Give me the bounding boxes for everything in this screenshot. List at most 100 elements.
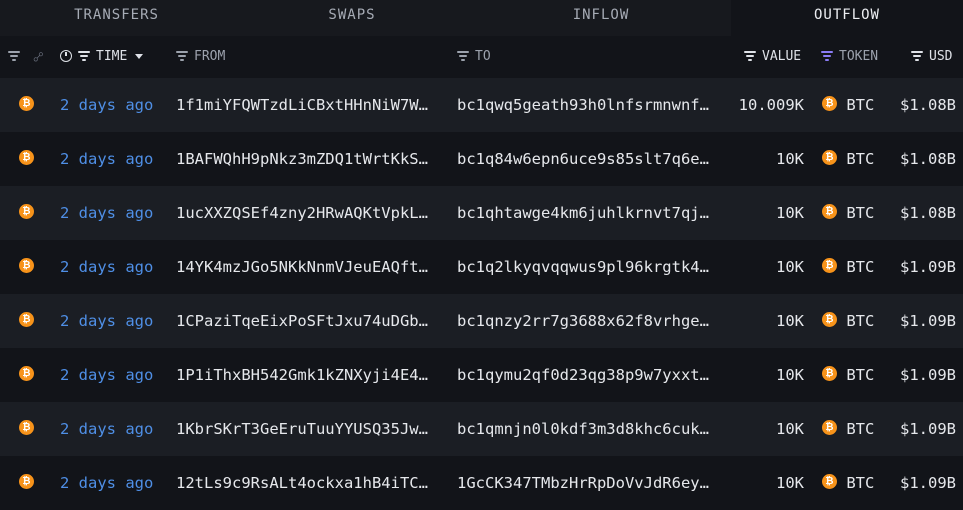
from-address[interactable]: 12tLs9c9RsALt4ockxa1hB4iTC… [176, 456, 428, 510]
filter-icon[interactable] [911, 51, 923, 61]
value: 10K [776, 204, 804, 222]
from-address[interactable]: 14YK4mzJGo5NKkNnmVJeuEAQft… [176, 240, 428, 294]
time-link[interactable]: 2 days ago [60, 294, 153, 348]
btc-icon: ₿ [822, 474, 837, 489]
filter-icon[interactable] [744, 51, 756, 61]
table-header: ⧟ TIME FROM TO VALUE TOKEN USD [0, 36, 963, 76]
filter-icon[interactable] [176, 51, 188, 61]
table-row[interactable]: ₿ 2 days ago 1ucXXZQSEf4zny2HRwAQKtVpkL…… [0, 186, 963, 240]
btc-icon: ₿ [19, 366, 34, 381]
token-symbol: BTC [846, 258, 875, 276]
token[interactable]: ₿ BTC [822, 456, 874, 510]
table-row[interactable]: ₿ 2 days ago 1CPaziTqeEixPoSFtJxu74uDGb…… [0, 294, 963, 348]
time-link[interactable]: 2 days ago [60, 132, 153, 186]
btc-icon: ₿ [19, 150, 34, 165]
token-symbol: BTC [846, 312, 875, 330]
token[interactable]: ₿ BTC [822, 240, 874, 294]
usd-value: $1.09B [900, 366, 956, 384]
tab-inflow[interactable]: INFLOW [471, 0, 731, 36]
to-address[interactable]: 1GcCK347TMbzHrRpDoVvJdR6ey… [457, 456, 709, 510]
filter-icon[interactable] [821, 51, 833, 61]
token[interactable]: ₿ BTC [822, 78, 874, 132]
token-symbol: BTC [846, 474, 875, 492]
token-symbol: BTC [846, 420, 875, 438]
value-column-header[interactable]: VALUE [744, 48, 801, 64]
from-column-header[interactable]: FROM [176, 48, 225, 64]
time-link[interactable]: 2 days ago [60, 240, 153, 294]
to-address[interactable]: bc1q2lkyqvqqwus9pl96krgtk4… [457, 240, 709, 294]
btc-icon: ₿ [822, 366, 837, 381]
to-address[interactable]: bc1qmnjn0l0kdf3m3d8khc6cuk… [457, 402, 709, 456]
to-address[interactable]: bc1q84w6epn6uce9s85slt7q6e… [457, 132, 709, 186]
token[interactable]: ₿ BTC [822, 402, 874, 456]
to-address[interactable]: bc1qwq5geath93h0lnfsrmnwnf… [457, 78, 709, 132]
token-symbol: BTC [846, 150, 875, 168]
btc-icon: ₿ [19, 96, 34, 111]
from-address[interactable]: 1P1iThxBH542Gmk1kZNXyji4E4… [176, 348, 428, 402]
filter-icon[interactable] [457, 51, 469, 61]
token-header-label: TOKEN [839, 48, 879, 64]
link-icon: ⧟ [28, 46, 47, 65]
tab-bar: TRANSFERS SWAPS INFLOW OUTFLOW [0, 0, 963, 36]
table-row[interactable]: ₿ 2 days ago 1KbrSKrT3GeEruTuuYYUSQ35Jw…… [0, 402, 963, 456]
btc-icon: ₿ [822, 96, 837, 111]
table-row[interactable]: ₿ 2 days ago 1P1iThxBH542Gmk1kZNXyji4E4…… [0, 348, 963, 402]
from-address[interactable]: 1f1miYFQWTzdLiCBxtHHnNiW7W… [176, 78, 428, 132]
token-symbol: BTC [846, 96, 875, 114]
tab-transfers[interactable]: TRANSFERS [0, 0, 233, 36]
time-column-header[interactable]: TIME [60, 48, 144, 64]
time-link[interactable]: 2 days ago [60, 186, 153, 240]
time-link[interactable]: 2 days ago [60, 402, 153, 456]
btc-icon: ₿ [19, 258, 34, 273]
table-row[interactable]: ₿ 2 days ago 12tLs9c9RsALt4ockxa1hB4iTC…… [0, 456, 963, 510]
table-row[interactable]: ₿ 2 days ago 1BAFWQhH9pNkz3mZDQ1tWrtKkS…… [0, 132, 963, 186]
value: 10.009K [738, 96, 804, 114]
usd-value: $1.08B [900, 96, 956, 114]
token[interactable]: ₿ BTC [822, 294, 874, 348]
token-symbol: BTC [846, 204, 875, 222]
clock-icon [60, 50, 72, 62]
value: 10K [776, 474, 804, 492]
filter-icon[interactable] [8, 51, 20, 61]
btc-icon: ₿ [19, 204, 34, 219]
to-header-label: TO [475, 48, 491, 64]
usd-value: $1.09B [900, 474, 956, 492]
token[interactable]: ₿ BTC [822, 348, 874, 402]
table-row[interactable]: ₿ 2 days ago 1f1miYFQWTzdLiCBxtHHnNiW7W…… [0, 78, 963, 132]
time-link[interactable]: 2 days ago [60, 348, 153, 402]
value: 10K [776, 312, 804, 330]
time-link[interactable]: 2 days ago [60, 456, 153, 510]
to-address[interactable]: bc1qnzy2rr7g3688x62f8vrhge… [457, 294, 709, 348]
token[interactable]: ₿ BTC [822, 132, 874, 186]
btc-icon: ₿ [822, 312, 837, 327]
from-address[interactable]: 1BAFWQhH9pNkz3mZDQ1tWrtKkS… [176, 132, 428, 186]
value: 10K [776, 366, 804, 384]
value: 10K [776, 150, 804, 168]
btc-icon: ₿ [822, 258, 837, 273]
time-header-label: TIME [96, 48, 128, 64]
from-address[interactable]: 1CPaziTqeEixPoSFtJxu74uDGb… [176, 294, 428, 348]
token[interactable]: ₿ BTC [822, 186, 874, 240]
caret-down-icon[interactable] [135, 53, 144, 59]
btc-icon: ₿ [822, 420, 837, 435]
to-address[interactable]: bc1qymu2qf0d23qg38p9w7yxxt… [457, 348, 709, 402]
tab-outflow[interactable]: OUTFLOW [731, 0, 963, 36]
value: 10K [776, 420, 804, 438]
btc-icon: ₿ [19, 420, 34, 435]
to-column-header[interactable]: TO [457, 48, 491, 64]
from-address[interactable]: 1KbrSKrT3GeEruTuuYYUSQ35Jw… [176, 402, 428, 456]
usd-header-label: USD [929, 48, 953, 64]
from-address[interactable]: 1ucXXZQSEf4zny2HRwAQKtVpkL… [176, 186, 428, 240]
tab-swaps[interactable]: SWAPS [233, 0, 471, 36]
chain-column-header[interactable]: ⧟ [8, 46, 47, 65]
btc-icon: ₿ [822, 150, 837, 165]
table-row[interactable]: ₿ 2 days ago 14YK4mzJGo5NKkNnmVJeuEAQft…… [0, 240, 963, 294]
filter-icon[interactable] [78, 51, 90, 61]
token-column-header[interactable]: TOKEN [821, 48, 878, 64]
btc-icon: ₿ [19, 474, 34, 489]
btc-icon: ₿ [822, 204, 837, 219]
time-link[interactable]: 2 days ago [60, 78, 153, 132]
usd-value: $1.09B [900, 258, 956, 276]
usd-column-header[interactable]: USD [911, 48, 952, 64]
to-address[interactable]: bc1qhtawge4km6juhlkrnvt7qj… [457, 186, 709, 240]
